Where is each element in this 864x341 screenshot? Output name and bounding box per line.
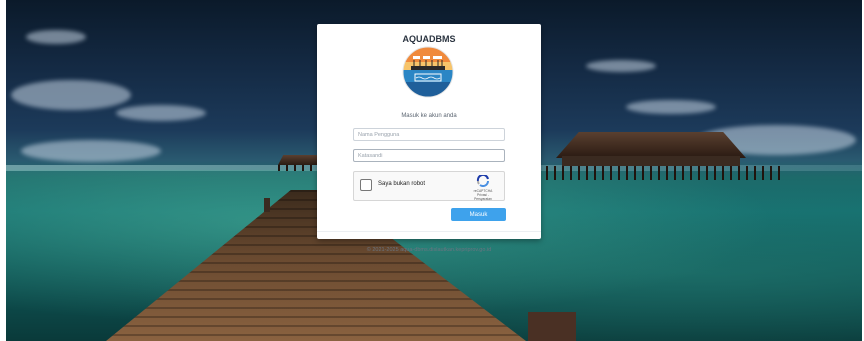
villa-roof <box>556 132 746 158</box>
login-subtitle: Masuk ke akun anda <box>401 113 457 119</box>
username-input[interactable] <box>353 128 505 141</box>
captcha-label: Saya bukan robot <box>378 181 426 187</box>
cloud <box>26 30 86 44</box>
pier-post <box>264 198 270 212</box>
cloud <box>586 60 656 72</box>
cloud <box>626 100 716 114</box>
cloud <box>11 80 131 110</box>
cloud <box>21 140 161 162</box>
password-input[interactable] <box>353 149 505 162</box>
app-title: AQUADBMS <box>402 34 456 44</box>
recaptcha-widget: Saya bukan robot reCAPTCHA Privasi - Per… <box>353 171 505 201</box>
card-divider <box>317 231 541 232</box>
footer-copyright: © 2021-2025 aqua-dbms.dislautkan.kepripr… <box>366 247 492 253</box>
distant-hut <box>278 155 322 165</box>
pier-post <box>528 312 576 341</box>
login-card: AQUADBMS Masuk ke akun anda Saya bukan r… <box>317 24 541 253</box>
villa-stilts <box>546 166 786 180</box>
captcha-checkbox[interactable] <box>360 179 372 191</box>
recaptcha-brand: reCAPTCHA Privasi - Persyaratan <box>468 189 498 201</box>
villa-body <box>562 156 740 166</box>
login-button[interactable]: Masuk <box>451 208 506 221</box>
distant-hut-stilts <box>278 165 322 171</box>
recaptcha-icon <box>476 175 489 187</box>
logo-emblem-icon <box>402 46 454 98</box>
cloud <box>116 105 206 121</box>
recaptcha-links[interactable]: Privasi - Persyaratan <box>468 193 498 201</box>
